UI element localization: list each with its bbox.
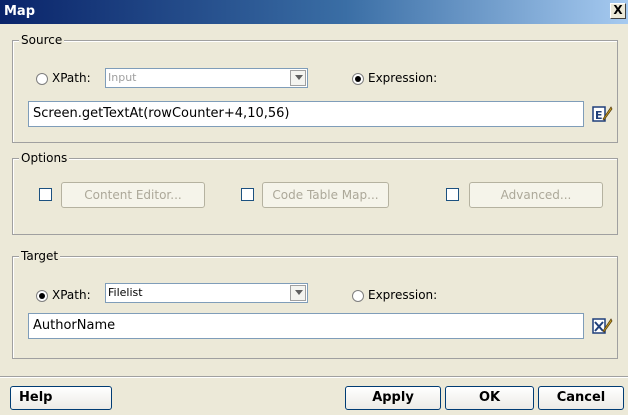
code-table-map-checkbox[interactable] <box>241 188 254 201</box>
advanced-button[interactable]: Advanced... <box>469 182 603 208</box>
source-legend: Source <box>19 33 65 47</box>
source-xpath-combo[interactable]: Input <box>105 68 308 88</box>
chevron-down-icon <box>295 75 303 80</box>
source-expression-input[interactable]: Screen.getTextAt(rowCounter+4,10,56) <box>28 101 584 127</box>
close-button[interactable]: X <box>610 3 626 19</box>
advanced-checkbox[interactable] <box>446 188 459 201</box>
cancel-button[interactable]: Cancel <box>538 386 624 410</box>
apply-button[interactable]: Apply <box>345 386 441 410</box>
footer-separator-highlight <box>0 377 628 378</box>
content-editor-checkbox[interactable] <box>39 188 52 201</box>
target-xpath-radio[interactable] <box>36 290 48 302</box>
target-group: Target <box>12 249 618 359</box>
target-expression-radio[interactable] <box>352 290 364 302</box>
help-button[interactable]: Help <box>10 386 112 410</box>
edit-expression-icon[interactable]: E <box>591 103 613 125</box>
target-xpath-combo[interactable]: Filelist <box>105 283 308 303</box>
edit-xpath-icon[interactable] <box>591 315 613 337</box>
source-xpath-label: XPath: <box>52 71 91 85</box>
target-xpath-label: XPath: <box>52 288 91 302</box>
target-legend: Target <box>19 249 61 263</box>
map-dialog: Map X Source XPath: Input Expression: Sc… <box>0 0 628 415</box>
source-xpath-value: Input <box>108 71 137 84</box>
options-legend: Options <box>19 151 70 165</box>
code-table-map-button[interactable]: Code Table Map... <box>262 182 389 208</box>
svg-text:E: E <box>595 109 603 122</box>
window-title: Map <box>4 4 36 19</box>
chevron-down-icon <box>295 290 303 295</box>
ok-button[interactable]: OK <box>445 386 534 410</box>
target-expression-label: Expression: <box>368 288 438 302</box>
target-xpath-dropdown-button[interactable] <box>290 285 306 301</box>
source-group: Source <box>12 33 618 143</box>
source-expression-label: Expression: <box>368 71 438 85</box>
source-expression-radio[interactable] <box>352 73 364 85</box>
title-bar[interactable]: Map X <box>0 0 628 24</box>
source-xpath-radio[interactable] <box>36 73 48 85</box>
target-xpath-value: Filelist <box>108 286 143 299</box>
source-xpath-dropdown-button[interactable] <box>290 70 306 86</box>
content-editor-button[interactable]: Content Editor... <box>61 182 205 208</box>
target-field-input[interactable]: AuthorName <box>28 313 584 339</box>
